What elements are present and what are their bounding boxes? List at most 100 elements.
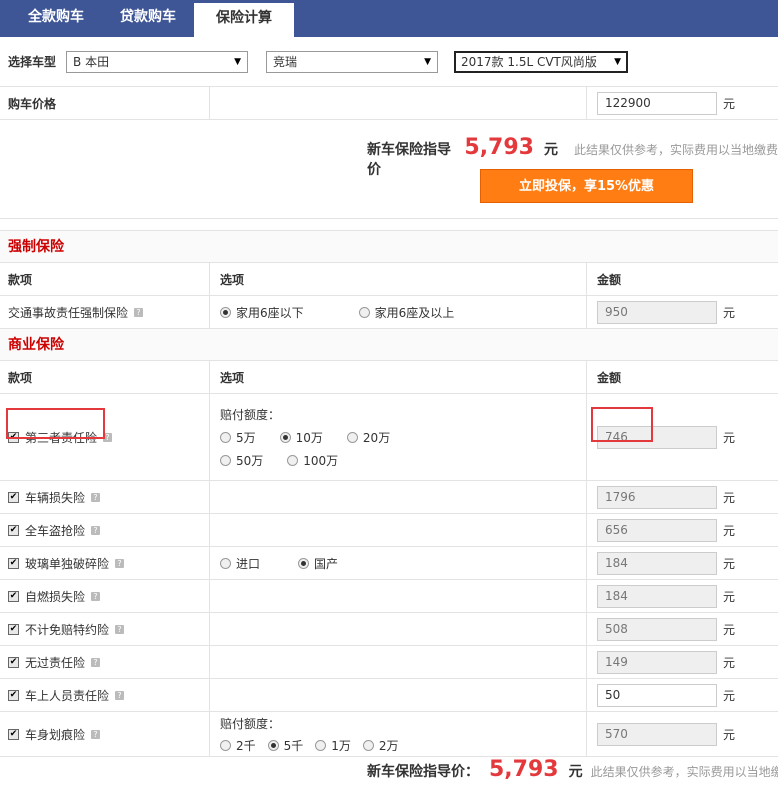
item-name: 全车盗抢险 [25,523,86,538]
item-name: 玻璃单独破碎险 [25,556,110,571]
amount-field[interactable]: 149 [597,650,717,674]
help-icon[interactable]: ? [134,307,144,317]
scratch-row: ✔ 车身划痕险? 赔付额度： 2千 5千 1万 2万 570 元 [0,712,778,757]
list-item: ✔ 全车盗抢险? 656 元 [0,514,778,547]
price-label: 购车价格 [0,87,210,119]
help-icon[interactable]: ? [115,558,125,568]
radio-2w[interactable]: 2万 [362,737,399,754]
checkbox[interactable]: ✔ [8,623,19,635]
amount-field[interactable]: 508 [597,617,717,641]
tab-insurance[interactable]: 保险计算 [194,0,294,37]
amount-field[interactable]: 950 [597,300,717,324]
item-name: 车身划痕险 [25,727,86,742]
item-name: 自燃损失险 [25,589,86,604]
help-icon[interactable]: ? [115,624,125,634]
radio-50w[interactable]: 50万 [220,452,263,469]
footer-value: 5,793 [489,757,559,782]
radio-5k[interactable]: 5千 [267,737,303,754]
list-item: ✔ 玻璃单独破碎险? 进口 国产 184 元 [0,547,778,580]
help-icon[interactable]: ? [91,591,101,601]
chevron-down-icon: ▼ [234,56,242,67]
unit-label: 元 [723,305,736,320]
radio-20w[interactable]: 20万 [346,429,390,446]
radio-5w[interactable]: 5万 [220,429,256,446]
unit-label: 元 [723,589,736,604]
checkbox[interactable]: ✔ [8,728,19,740]
footer-label: 新车保险指导价： [367,764,479,780]
radio-2k[interactable]: 2千 [220,737,256,754]
checkbox[interactable]: ✔ [8,590,19,602]
radio-domestic[interactable]: 国产 [298,555,338,572]
car-select-row: 选择车型 B 本田 ▼ 竞瑞 ▼ 2017款 1.5L CVT风尚版 ▼ [0,37,778,87]
list-item: ✔ 不计免赔特约险? 508 元 [0,613,778,646]
checkbox[interactable]: ✔ [8,689,19,701]
item-name: 不计免赔特约险 [25,622,110,637]
radio-imported[interactable]: 进口 [220,555,260,572]
compulsory-header-row: 款项 选项 金额 [0,263,778,296]
guide-price-label: 新车保险指导价 [367,142,451,178]
amount-field[interactable]: 184 [597,584,717,608]
amount-field[interactable]: 656 [597,518,717,542]
unit-label: 元 [723,727,736,742]
chevron-down-icon: ▼ [614,56,622,67]
item-name: 交通事故责任强制保险 [8,305,129,320]
limit-label: 赔付额度： [220,716,281,731]
radio-100w[interactable]: 100万 [287,452,338,469]
unit-label: 元 [723,490,736,505]
tab-bar: 全款购车 贷款购车 保险计算 [0,0,778,37]
buy-insurance-button[interactable]: 立即投保，享15%优惠 [480,169,693,203]
radio-10w[interactable]: 10万 [279,429,323,446]
help-icon[interactable]: ? [91,729,101,739]
unit-label: 元 [723,688,736,703]
price-input[interactable]: 122900 [597,91,717,115]
tab-full-payment[interactable]: 全款购车 [10,0,102,37]
footer-guide-price: 新车保险指导价： 5,793 元 此结果仅供参考，实际费用以当地缴费 [367,757,778,782]
series-select[interactable]: 竞瑞 ▼ [266,50,439,73]
footer-note: 此结果仅供参考，实际费用以当地缴费 [590,765,778,779]
compulsory-section-title: 强制保险 [0,231,778,263]
price-row: 购车价格 122900 元 [0,87,778,120]
col-option-header: 选项 [210,361,587,393]
col-amount-header: 金额 [597,272,622,287]
model-value: 2017款 1.5L CVT风尚版 [461,55,597,69]
amount-field[interactable]: 50 [597,683,717,707]
col-item-header: 款项 [0,263,210,295]
help-icon[interactable]: ? [91,492,101,502]
guide-price-unit: 元 [543,142,558,158]
radio-6-seats-plus[interactable]: 家用6座及以上 [358,304,454,321]
highlight-box [591,407,653,442]
amount-field[interactable]: 1796 [597,485,717,509]
help-icon[interactable]: ? [115,690,125,700]
radio-1w[interactable]: 1万 [315,737,351,754]
tab-loan[interactable]: 贷款购车 [102,0,194,37]
guide-price-value: 5,793 [464,135,534,160]
amount-field[interactable]: 570 [597,722,717,746]
item-name: 车上人员责任险 [25,688,110,703]
commercial-section-title: 商业保险 [0,329,778,361]
item-name: 无过责任险 [25,655,86,670]
unit-label: 元 [723,430,736,445]
brand-select[interactable]: B 本田 ▼ [66,50,249,73]
checkbox[interactable]: ✔ [8,524,19,536]
help-icon[interactable]: ? [91,525,101,535]
list-item: ✔ 车上人员责任险? 50 元 [0,679,778,712]
checkbox[interactable]: ✔ [8,557,19,569]
highlight-box [6,408,105,439]
model-select[interactable]: 2017款 1.5L CVT风尚版 ▼ [454,50,629,73]
amount-field[interactable]: 184 [597,551,717,575]
guide-note: 此结果仅供参考，实际费用以当地缴费 [573,143,778,157]
col-item-header: 款项 [0,361,210,393]
series-value: 竞瑞 [273,55,298,69]
list-item: ✔ 自燃损失险? 184 元 [0,580,778,613]
third-party-row: ✔ 第三者责任险? 赔付额度： 5万 10万 20万 50万 100万 746 元 [0,394,778,481]
chevron-down-icon: ▼ [424,56,432,67]
col-amount-header: 金额 [597,370,622,385]
unit-label: 元 [723,556,736,571]
checkbox[interactable]: ✔ [8,656,19,668]
help-icon[interactable]: ? [91,657,101,667]
footer-unit: 元 [568,764,583,780]
radio-under-6-seats[interactable]: 家用6座以下 [220,304,304,321]
checkbox[interactable]: ✔ [8,491,19,503]
brand-value: B 本田 [73,55,110,69]
unit-label: 元 [723,96,736,111]
